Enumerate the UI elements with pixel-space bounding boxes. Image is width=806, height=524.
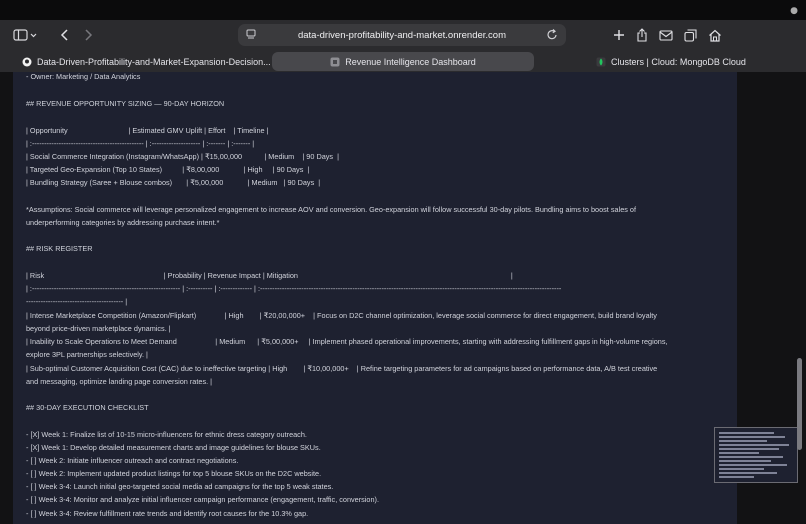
- tab-label: Data-Driven-Profitability-and-Market-Exp…: [37, 56, 270, 67]
- owner-line: - Owner: Marketing / Data Analytics: [26, 72, 141, 81]
- table-row: ----------------------------------------…: [26, 297, 128, 306]
- checklist-item: - [ ] Week 2: Initiate influencer outrea…: [26, 456, 239, 465]
- plus-icon: [614, 30, 624, 40]
- checklist-item: - [X] Week 1: Finalize list of 10-15 mic…: [26, 430, 307, 439]
- home-icon: [709, 29, 721, 42]
- browser-toolbar: data-driven-profitability-and-market.onr…: [0, 20, 806, 50]
- table-row: and messaging, optimize landing page con…: [26, 377, 213, 386]
- share-button[interactable]: [633, 24, 651, 46]
- new-tab-button[interactable]: [610, 24, 628, 46]
- table-row: explore 3PL partnerships selectively. |: [26, 350, 148, 359]
- tab-label: Revenue Intelligence Dashboard: [345, 56, 476, 67]
- tab-github-repo[interactable]: Data-Driven-Profitability-and-Market-Exp…: [22, 52, 270, 71]
- chevron-right-icon: [85, 29, 93, 41]
- forward-button[interactable]: [78, 24, 98, 46]
- chevron-left-icon: [60, 29, 68, 41]
- section-heading-checklist: ## 30-DAY EXECUTION CHECKLIST: [26, 403, 149, 412]
- tab-label: Clusters | Cloud: MongoDB Cloud: [611, 56, 746, 67]
- thumbnail-line: [719, 440, 767, 442]
- checklist-item: - [ ] Week 2: Implement updated product …: [26, 469, 322, 478]
- assumptions-text: underperforming categories by addressing…: [26, 218, 220, 227]
- checklist-item: - [ ] Week 3-4: Monitor and analyze init…: [26, 495, 379, 504]
- vertical-scrollbar[interactable]: [797, 358, 802, 450]
- checklist-item: - [X] Week 1: Develop detailed measureme…: [26, 443, 321, 452]
- table-row: | Risk | Probability | Revenue Impact | …: [26, 271, 513, 280]
- page-settings-icon: [246, 29, 256, 39]
- sidebar-toggle-button[interactable]: [10, 24, 40, 46]
- thumbnail-line: [719, 444, 789, 446]
- address-text: data-driven-profitability-and-market.onr…: [297, 29, 507, 41]
- thumbnail-line: [719, 432, 774, 434]
- menu-bar-strip: ●: [0, 0, 806, 20]
- table-row: | Bundling Strategy (Saree + Blouse comb…: [26, 178, 321, 187]
- tab-mongodb-clusters[interactable]: Clusters | Cloud: MongoDB Cloud: [596, 52, 796, 71]
- tab-revenue-dashboard[interactable]: Revenue Intelligence Dashboard: [272, 52, 534, 71]
- thumbnail-line: [719, 464, 787, 466]
- table-row: | Social Commerce Integration (Instagram…: [26, 152, 340, 161]
- assumptions-text: *Assumptions: Social commerce will lever…: [26, 205, 637, 214]
- thumbnail-line: [719, 436, 785, 438]
- table-row: | Intense Marketplace Competition (Amazo…: [26, 311, 657, 320]
- github-icon: [22, 57, 32, 66]
- table-row: | :-------------------------------------…: [26, 284, 562, 293]
- thumbnail-line: [719, 452, 759, 454]
- page-icon: [330, 57, 340, 66]
- checklist-item: - [ ] Week 3-4: Review fulfillment rate …: [26, 509, 309, 518]
- mail-button[interactable]: [656, 24, 676, 46]
- tabs-overview-icon: [683, 28, 697, 42]
- reload-icon[interactable]: [546, 28, 558, 41]
- table-row: beyond price-driven marketplace dynamics…: [26, 324, 171, 333]
- tab-bar: Data-Driven-Profitability-and-Market-Exp…: [0, 50, 806, 72]
- checklist-item: - [ ] Week 3-4: Launch initial geo-targe…: [26, 482, 334, 491]
- section-heading-risk: ## RISK REGISTER: [26, 244, 93, 253]
- markdown-report: - Owner: Marketing / Data Analytics ## R…: [13, 72, 737, 524]
- mongodb-leaf-icon: [596, 57, 606, 66]
- home-button[interactable]: [705, 24, 725, 46]
- table-row: | Inability to Scale Operations to Meet …: [26, 337, 668, 346]
- status-dot-icon: ●: [790, 6, 798, 16]
- table-row: | Sub-optimal Customer Acquisition Cost …: [26, 364, 658, 373]
- thumbnail-line: [719, 456, 783, 458]
- address-bar[interactable]: data-driven-profitability-and-market.onr…: [238, 24, 566, 46]
- thumbnail-line: [719, 460, 771, 462]
- sidebar-icon: [13, 29, 37, 41]
- thumbnail-line: [719, 448, 779, 450]
- page-thumbnail-preview[interactable]: [714, 427, 798, 483]
- table-row: | Opportunity | Estimated GMV Uplift | E…: [26, 126, 269, 135]
- table-row: | :-------------------------------------…: [26, 139, 255, 148]
- thumbnail-line: [719, 468, 764, 470]
- tab-overview-button[interactable]: [681, 24, 699, 46]
- back-button[interactable]: [55, 24, 75, 46]
- thumbnail-line: [719, 476, 754, 478]
- thumbnail-line: [719, 472, 777, 474]
- envelope-icon: [659, 29, 673, 41]
- section-heading-revenue: ## REVENUE OPPORTUNITY SIZING — 90-DAY H…: [26, 99, 225, 108]
- share-icon: [637, 28, 647, 42]
- page-content: - Owner: Marketing / Data Analytics ## R…: [0, 72, 806, 524]
- table-row: | Targeted Geo-Expansion (Top 10 States)…: [26, 165, 310, 174]
